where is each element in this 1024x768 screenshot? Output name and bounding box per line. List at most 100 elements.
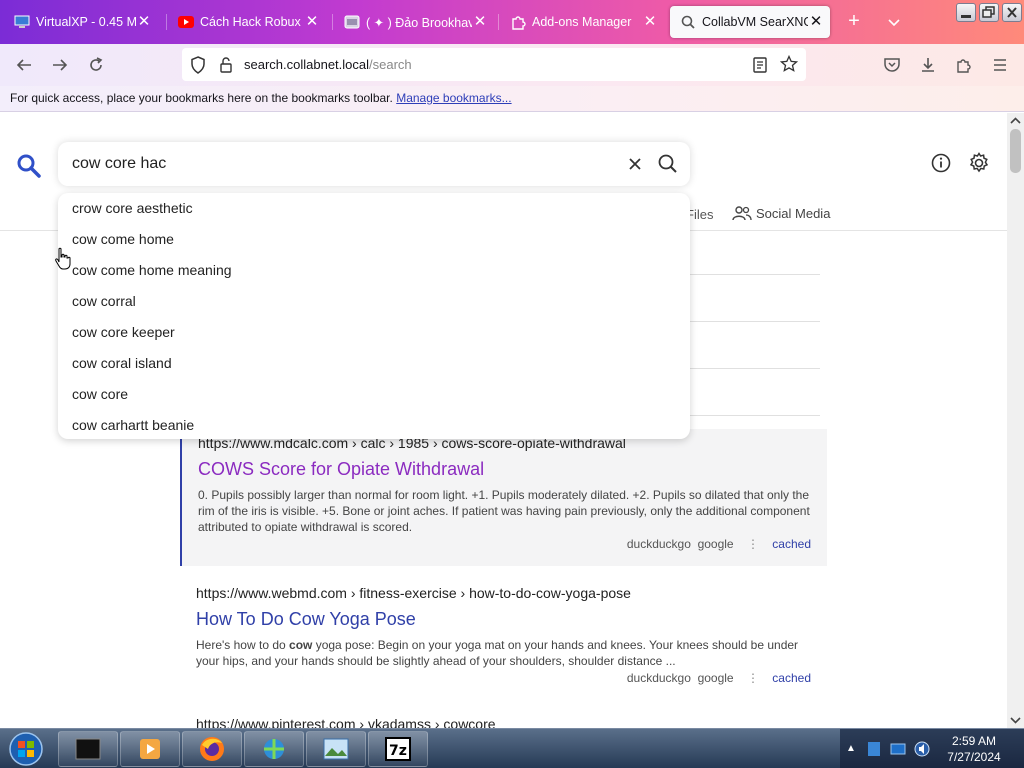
searxng-logo-icon[interactable]: [16, 153, 42, 182]
engine-label: duckduckgo: [626, 537, 691, 551]
page-content: Files Social Media crow core aesthetic c…: [0, 113, 1007, 728]
pocket-icon: [884, 58, 900, 72]
puzzle-icon: [510, 14, 526, 30]
tab-bar: VirtualXP - 0.45 MIPS ✕ Cách Hack Robux …: [0, 0, 1024, 44]
tray-app-icon[interactable]: [866, 740, 882, 761]
firefox-icon: [200, 737, 224, 761]
result-meta: duckduckgo google ⋮ cached: [196, 671, 811, 687]
tab-robux[interactable]: Cách Hack Robux Th ✕: [168, 6, 326, 38]
more-options-icon[interactable]: ⋮: [747, 671, 759, 685]
shield-icon[interactable]: [190, 56, 206, 77]
cached-link[interactable]: cached: [772, 671, 811, 685]
scroll-thumb[interactable]: [1010, 129, 1021, 173]
downloads-button[interactable]: [915, 52, 941, 78]
close-icon[interactable]: ✕: [304, 14, 320, 30]
extensions-button[interactable]: [951, 52, 977, 78]
settings-gear-icon[interactable]: [967, 151, 991, 175]
result-description: Here's how to do cow yoga pose: Begin on…: [196, 638, 799, 668]
monitor-icon: [14, 14, 30, 30]
clear-search-icon[interactable]: [624, 153, 646, 175]
suggestion-item[interactable]: cow coral island: [58, 353, 690, 384]
info-icon[interactable]: [929, 151, 953, 175]
youtube-icon: [178, 14, 194, 30]
page-info-icon[interactable]: [218, 56, 234, 77]
navigation-toolbar: search.collabnet.local/search: [0, 44, 1024, 86]
result-item: https://www.mdcalc.com › calc › 1985 › c…: [180, 429, 827, 566]
reload-button[interactable]: [83, 52, 109, 78]
search-input[interactable]: [72, 153, 612, 175]
network-app-button[interactable]: [244, 731, 304, 767]
pocket-button[interactable]: [879, 52, 905, 78]
suggestion-item[interactable]: cow carhartt beanie: [58, 415, 690, 446]
terminal-icon: [75, 738, 101, 760]
search-submit-icon[interactable]: [656, 152, 680, 176]
back-button[interactable]: [11, 52, 37, 78]
suggestion-item[interactable]: cow come home meaning: [58, 260, 690, 291]
engine-label: google: [697, 671, 734, 685]
close-icon[interactable]: ✕: [808, 14, 824, 30]
tab-virtualxp[interactable]: VirtualXP - 0.45 MIPS ✕: [4, 6, 158, 38]
scroll-down-icon: [1010, 717, 1021, 724]
result-title[interactable]: COWS Score for Opiate Withdrawal: [198, 459, 811, 483]
page-scrollbar[interactable]: [1007, 113, 1024, 728]
7zip-icon: 7z: [385, 737, 411, 761]
forward-arrow-icon: [53, 59, 68, 71]
windows-taskbar: 7z ▲ 2:59 AM 7/27/2024: [0, 728, 1024, 768]
puzzle-icon: [957, 59, 971, 73]
manage-bookmarks-link[interactable]: Manage bookmarks...: [396, 91, 511, 105]
media-player-icon: [140, 739, 160, 759]
more-options-icon[interactable]: ⋮: [747, 537, 759, 551]
result-url[interactable]: https://www.pinterest.com › vkadamss › c…: [196, 716, 811, 728]
tab-title: VirtualXP - 0.45 MIPS: [36, 15, 136, 29]
reader-view-icon[interactable]: [752, 56, 768, 77]
tab-searxng[interactable]: CollabVM SearXNG ✕: [670, 6, 830, 38]
bookmark-star-icon[interactable]: [779, 54, 799, 76]
result-item: https://www.pinterest.com › vkadamss › c…: [180, 710, 827, 728]
category-files[interactable]: Files: [686, 207, 713, 222]
cached-link[interactable]: cached: [772, 537, 811, 551]
engine-label: google: [697, 537, 734, 551]
close-icon[interactable]: ✕: [136, 14, 152, 30]
search-box: [58, 142, 690, 186]
url-bar[interactable]: search.collabnet.local/search: [182, 48, 806, 81]
7zip-app-button[interactable]: 7z: [368, 731, 428, 767]
suggestion-item[interactable]: cow core keeper: [58, 322, 690, 353]
close-icon[interactable]: ✕: [472, 14, 488, 30]
url-text[interactable]: search.collabnet.local/search: [244, 57, 412, 72]
show-hidden-icons-icon[interactable]: ▲: [846, 743, 856, 754]
system-clock[interactable]: 2:59 AM 7/27/2024: [935, 733, 1013, 765]
network-status-icon[interactable]: [890, 741, 906, 760]
suggestion-item[interactable]: crow core aesthetic: [58, 198, 690, 229]
suggestion-item[interactable]: cow come home: [58, 229, 690, 260]
tab-addons[interactable]: Add-ons Manager ✕: [500, 6, 664, 38]
tab-title: ( ✦ ) Đảo Brookhaven: [366, 15, 472, 30]
media-player-app-button[interactable]: [120, 731, 180, 767]
volume-icon[interactable]: [914, 740, 930, 761]
reload-icon: [90, 57, 103, 71]
result-title[interactable]: How To Do Cow Yoga Pose: [196, 609, 811, 633]
menu-button[interactable]: [987, 52, 1013, 78]
start-button[interactable]: [6, 730, 46, 768]
divider: [680, 415, 820, 416]
image-viewer-app-button[interactable]: [306, 731, 366, 767]
tab-list-button[interactable]: [882, 10, 906, 34]
searxng-icon: [680, 14, 696, 30]
minimize-button[interactable]: [956, 3, 976, 22]
category-social-media[interactable]: Social Media: [732, 205, 830, 221]
restore-button[interactable]: [979, 3, 999, 22]
firefox-app-button[interactable]: [182, 731, 242, 767]
category-label: Social Media: [756, 205, 831, 221]
result-item: https://www.webmd.com › fitness-exercise…: [180, 579, 827, 689]
divider: [680, 274, 820, 275]
terminal-app-button[interactable]: [58, 731, 118, 767]
close-window-button[interactable]: [1002, 3, 1022, 22]
tab-brookhaven[interactable]: ( ✦ ) Đảo Brookhaven ✕: [334, 6, 494, 38]
suggestion-item[interactable]: cow corral: [58, 291, 690, 322]
suggestion-item[interactable]: cow core: [58, 384, 690, 415]
divider: [680, 321, 820, 322]
result-url[interactable]: https://www.webmd.com › fitness-exercise…: [196, 585, 811, 603]
close-icon[interactable]: ✕: [642, 14, 658, 30]
forward-button[interactable]: [47, 52, 73, 78]
result-description: 0. Pupils possibly larger than normal fo…: [198, 488, 810, 534]
new-tab-button[interactable]: +: [842, 10, 866, 34]
